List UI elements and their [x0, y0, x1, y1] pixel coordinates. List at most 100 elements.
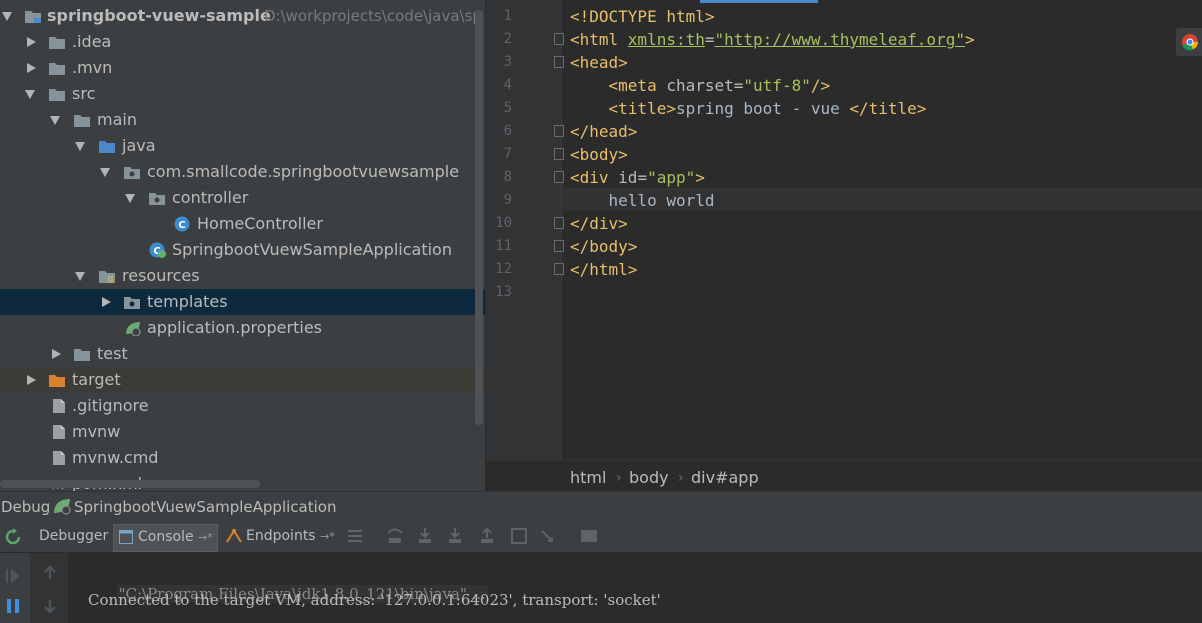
tree-item-test[interactable]: test	[0, 341, 485, 367]
code-line[interactable]: <html xmlns:th="http://www.thymeleaf.org…	[570, 28, 975, 51]
file-icon	[53, 399, 65, 413]
code-line[interactable]: </html>	[570, 258, 637, 281]
code-line[interactable]: <head>	[570, 51, 628, 74]
fold-marker-icon[interactable]	[554, 56, 564, 68]
tree-item-idea[interactable]: .idea	[0, 29, 485, 55]
fold-marker-icon[interactable]	[554, 33, 564, 45]
code-token: <head>	[570, 53, 628, 72]
code-line[interactable]: </div>	[570, 212, 628, 235]
code-token: <meta	[608, 76, 667, 95]
code-line[interactable]: hello world	[570, 189, 715, 212]
debug-tool-window-header: Debug SpringbootVuewSampleApplication	[0, 491, 1202, 520]
tree-item-gitignore[interactable]: .gitignore	[0, 393, 485, 419]
project-root-path: D:\workprojects\code\java\sp	[264, 7, 482, 25]
tab-console[interactable]: Console →*	[113, 524, 218, 552]
code-token: =	[733, 76, 744, 95]
fold-marker-icon[interactable]	[554, 217, 564, 229]
tree-item-main[interactable]: main	[0, 107, 485, 133]
chevron-right-icon[interactable]	[27, 37, 36, 47]
chevron-right-icon[interactable]	[102, 297, 111, 307]
code-token: >	[964, 30, 975, 49]
fold-marker-icon[interactable]	[554, 240, 564, 252]
code-line[interactable]: <!DOCTYPE html>	[570, 5, 715, 28]
fold-marker-icon[interactable]	[554, 171, 564, 183]
pause-icon[interactable]	[4, 597, 22, 615]
resume-icon[interactable]	[4, 567, 22, 585]
line-number: 10	[495, 215, 512, 231]
line-number: 4	[503, 77, 512, 93]
tab-endpoints-label: Endpoints	[246, 528, 316, 544]
arrow-up-icon[interactable]	[42, 565, 58, 581]
breadcrumb: html › body › div#app	[486, 460, 1202, 492]
evaluate-expression-icon[interactable]	[580, 527, 598, 545]
code-token: <html	[570, 30, 628, 49]
fold-marker-icon[interactable]	[554, 263, 564, 275]
chevron-right-icon[interactable]	[27, 63, 36, 73]
file-icon	[53, 451, 65, 465]
code-line[interactable]: <meta charset="utf-8"/>	[570, 74, 831, 97]
tree-item-label: com.smallcode.springbootvuewsample	[147, 162, 460, 181]
tree-item-mvnw[interactable]: mvnw	[0, 419, 485, 445]
tree-item-resources[interactable]: resources	[0, 263, 485, 289]
module-folder-icon	[25, 11, 41, 23]
code-token: "utf-8"	[743, 76, 811, 95]
step-over-icon[interactable]	[386, 527, 404, 545]
run-to-cursor-icon[interactable]	[540, 527, 558, 545]
rerun-icon[interactable]	[4, 528, 22, 546]
tree-item-mvn[interactable]: .mvn	[0, 55, 485, 81]
show-execution-point-icon[interactable]	[346, 527, 364, 545]
tree-item-application-properties[interactable]: application.properties	[0, 315, 485, 341]
debug-title: Debug	[1, 498, 51, 516]
code-line[interactable]: </body>	[570, 235, 637, 258]
tree-item-mvnw-cmd[interactable]: mvnw.cmd	[0, 445, 485, 471]
chevron-right-icon[interactable]	[52, 349, 61, 359]
chevron-right-icon[interactable]	[27, 375, 36, 385]
debug-run-config-tab[interactable]: SpringbootVuewSampleApplication	[74, 497, 336, 517]
breadcrumb-body[interactable]: body	[629, 468, 669, 488]
chevron-down-icon[interactable]	[75, 272, 85, 281]
line-number: 3	[503, 54, 512, 70]
tree-item-src[interactable]: src	[0, 81, 485, 107]
tree-item-label: HomeController	[197, 214, 323, 233]
tree-root[interactable]: springboot-vuew-sample D:\workprojects\c…	[0, 3, 485, 29]
code-line[interactable]: <title>spring boot - vue </title>	[570, 97, 927, 120]
chevron-down-icon[interactable]	[2, 12, 12, 21]
console-output[interactable]: "C:\Program Files\Java\jdk1.8.0_121\bin\…	[0, 553, 1202, 623]
tree-item-java[interactable]: java	[0, 133, 485, 159]
line-number: 7	[503, 146, 512, 162]
fold-marker-icon[interactable]	[554, 125, 564, 137]
step-out-icon[interactable]	[478, 527, 496, 545]
chevron-down-icon[interactable]	[100, 168, 110, 177]
breadcrumb-html[interactable]: html	[570, 468, 606, 488]
source-folder-icon	[99, 141, 115, 153]
arrow-down-icon[interactable]	[42, 598, 58, 614]
console-side-toolbar	[30, 553, 68, 623]
resources-folder-icon	[99, 271, 115, 283]
tree-item-application-class[interactable]: C SpringbootVuewSampleApplication	[0, 237, 485, 263]
tab-debugger[interactable]: Debugger	[36, 524, 111, 550]
step-into-icon[interactable]	[416, 527, 434, 545]
tree-horizontal-scrollbar[interactable]	[0, 480, 260, 488]
breadcrumb-div-app[interactable]: div#app	[691, 468, 759, 488]
tree-item-package[interactable]: com.smallcode.springbootvuewsample	[0, 159, 485, 185]
tree-vertical-scrollbar[interactable]	[475, 10, 483, 425]
code-token: hello world	[570, 191, 715, 210]
code-line[interactable]: </head>	[570, 120, 637, 143]
tree-item-target[interactable]: target	[0, 367, 485, 393]
code-line[interactable]: <div id="app">	[570, 166, 705, 189]
code-editor[interactable]: 1 2 3 4 5 6 7 8 9 10 11 12 13 <!DOCTYPE html> <html x…	[486, 0, 1202, 492]
chevron-down-icon[interactable]	[125, 194, 135, 203]
chevron-down-icon[interactable]	[50, 116, 60, 125]
tab-endpoints[interactable]: Endpoints →*	[222, 524, 339, 550]
chevron-down-icon[interactable]	[75, 142, 85, 151]
fold-marker-icon[interactable]	[554, 148, 564, 160]
chevron-down-icon[interactable]	[25, 90, 35, 99]
tree-item-templates[interactable]: templates	[0, 289, 485, 315]
code-token: id	[618, 168, 638, 187]
browser-preview-button[interactable]	[1176, 28, 1202, 56]
drop-frame-icon[interactable]	[510, 527, 528, 545]
force-step-into-icon[interactable]	[446, 527, 464, 545]
tree-item-controller[interactable]: controller	[0, 185, 485, 211]
code-line[interactable]: <body>	[570, 143, 628, 166]
tree-item-homecontroller[interactable]: C HomeController	[0, 211, 485, 237]
